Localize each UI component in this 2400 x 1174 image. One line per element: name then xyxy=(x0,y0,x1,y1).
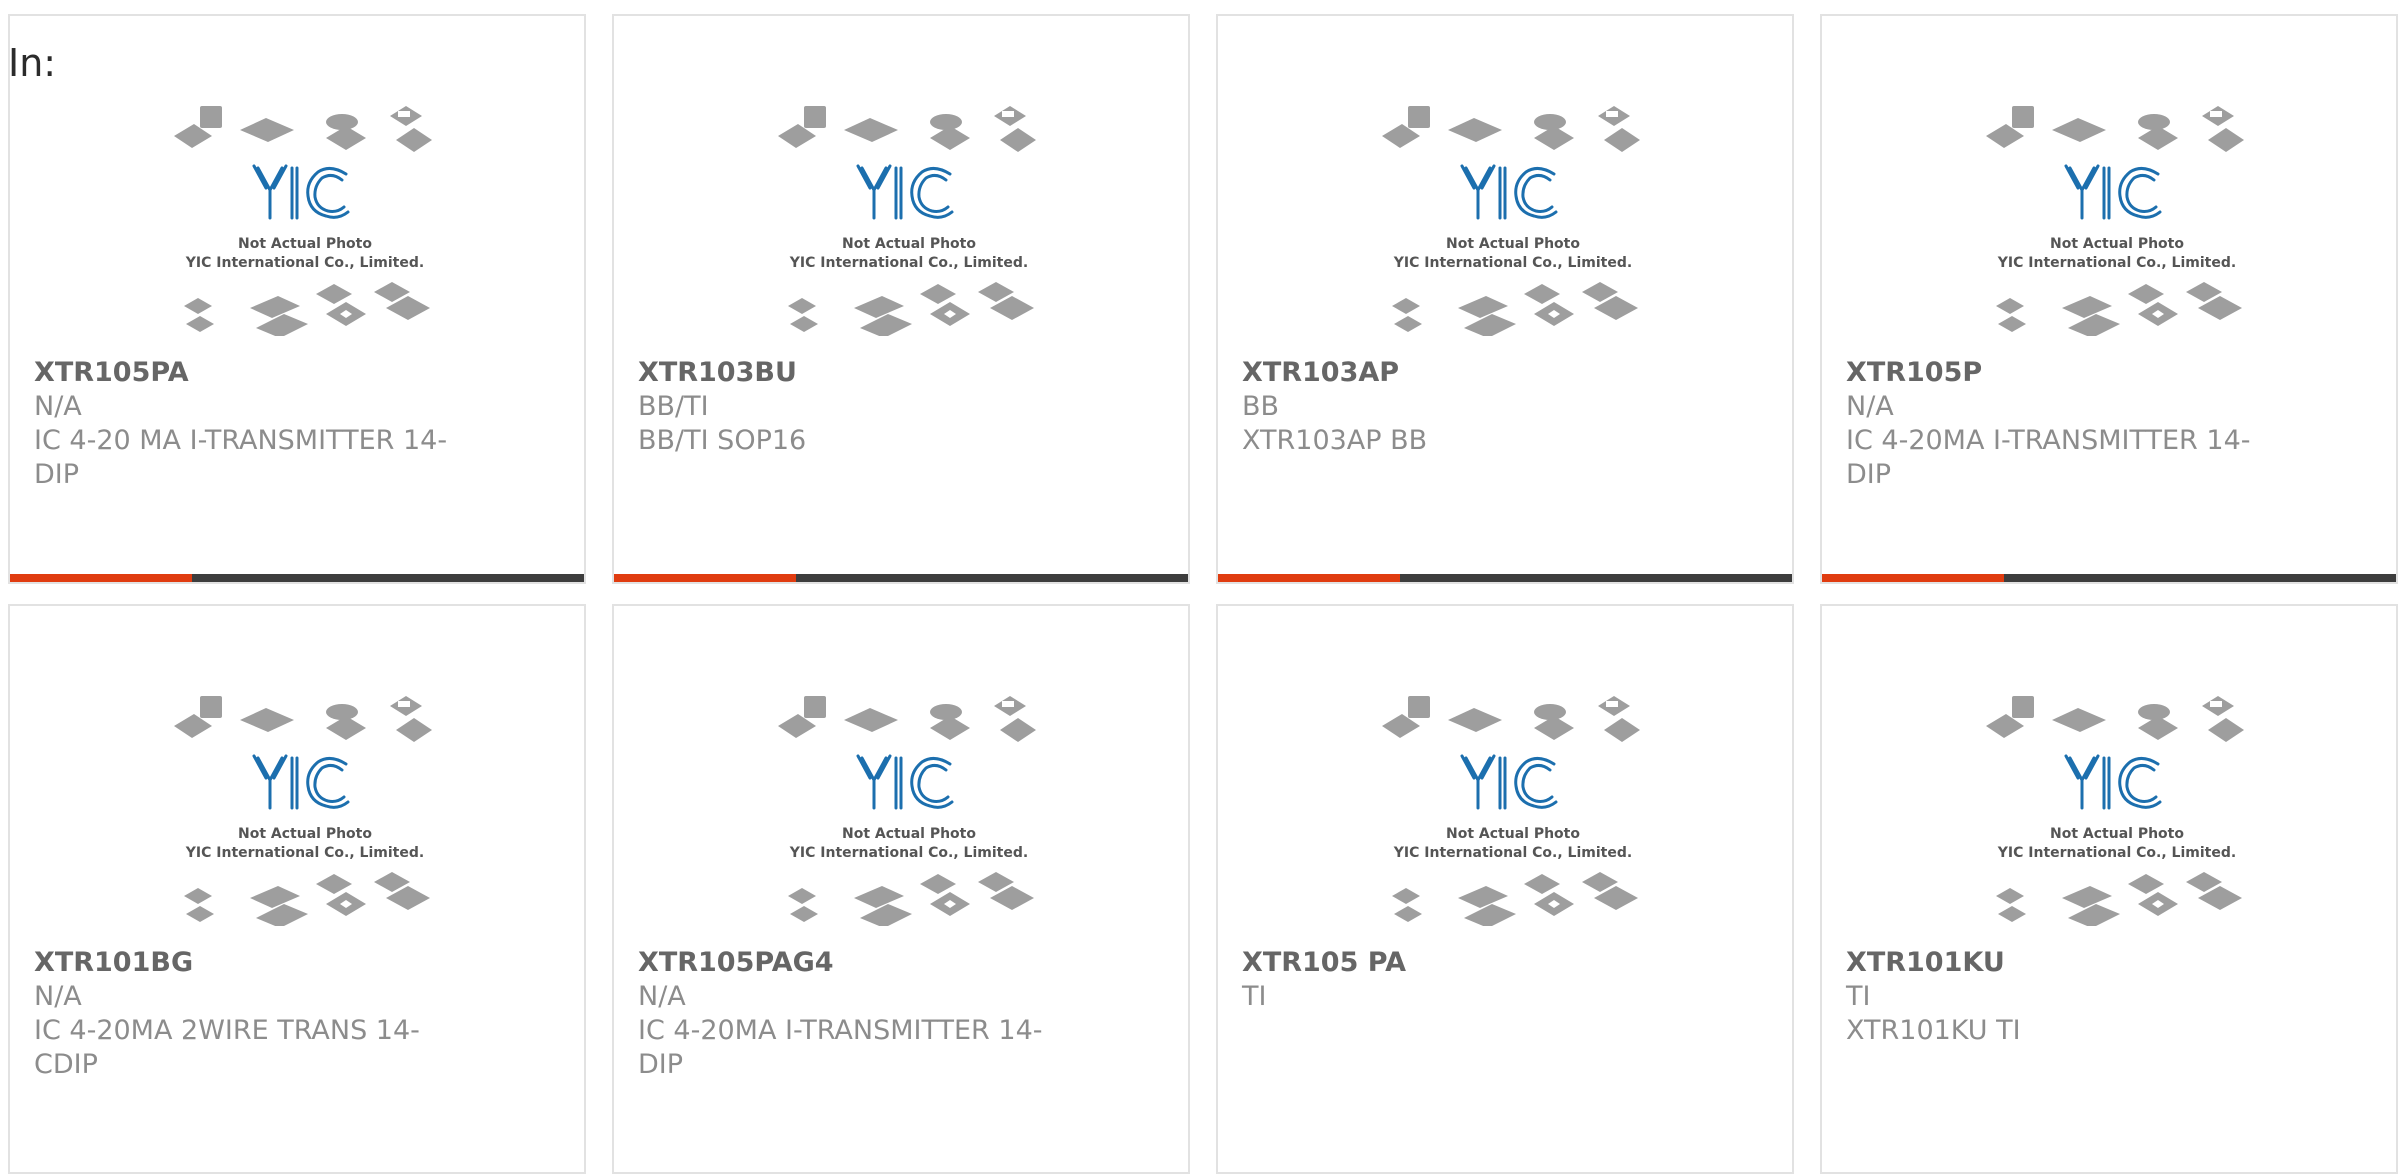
product-photo: Not Actual Photo YIC International Co., … xyxy=(1382,106,1640,336)
manufacturer: N/A xyxy=(638,981,686,1012)
card-accent-bar xyxy=(10,574,584,582)
card-accent-highlight xyxy=(614,574,796,582)
photo-caption-line1: Not Actual Photo xyxy=(1446,236,1580,252)
manufacturer: N/A xyxy=(1846,391,1894,422)
product-info: XTR103BU BB/TI BB/TI SOP16 xyxy=(638,356,1058,458)
card-accent-bar xyxy=(614,574,1188,582)
photo-caption-line1: Not Actual Photo xyxy=(842,236,976,252)
part-number[interactable]: XTR105PA xyxy=(34,356,454,390)
manufacturer: N/A xyxy=(34,391,82,422)
part-number[interactable]: XTR101KU xyxy=(1846,946,2266,980)
photo-caption-line2: YIC International Co., Limited. xyxy=(1997,255,2236,271)
photo-caption-line2: YIC International Co., Limited. xyxy=(789,255,1028,271)
product-info: XTR105PA N/A IC 4-20 MA I-TRANSMITTER 14… xyxy=(34,356,454,492)
photo-caption-line2: YIC International Co., Limited. xyxy=(185,255,424,271)
product-photo: Not Actual Photo YIC International Co., … xyxy=(778,106,1036,336)
product-info: XTR105PAG4 N/A IC 4-20MA I-TRANSMITTER 1… xyxy=(638,946,1058,1082)
photo-caption-line1: Not Actual Photo xyxy=(842,826,976,842)
product-grid: Not Actual Photo YIC International Co., … xyxy=(8,14,2398,1174)
product-photo: Not Actual Photo YIC International Co., … xyxy=(778,696,1036,926)
photo-caption-line1: Not Actual Photo xyxy=(2050,236,2184,252)
description: BB/TI SOP16 xyxy=(638,425,807,456)
part-number[interactable]: XTR105PAG4 xyxy=(638,946,1058,980)
product-photo: Not Actual Photo YIC International Co., … xyxy=(1986,106,2244,336)
part-number[interactable]: XTR103BU xyxy=(638,356,1058,390)
product-photo: Not Actual Photo YIC International Co., … xyxy=(1382,696,1640,926)
product-info: XTR105P N/A IC 4-20MA I-TRANSMITTER 14-D… xyxy=(1846,356,2266,492)
description: IC 4-20 MA I-TRANSMITTER 14-DIP xyxy=(34,425,448,490)
product-info: XTR101BG N/A IC 4-20MA 2WIRE TRANS 14-CD… xyxy=(34,946,454,1082)
manufacturer: BB xyxy=(1242,391,1280,422)
product-photo: Not Actual Photo YIC International Co., … xyxy=(174,696,432,926)
product-info: XTR103AP BB XTR103AP BB xyxy=(1242,356,1662,458)
product-card[interactable]: Not Actual Photo YIC International Co., … xyxy=(8,14,586,584)
product-card[interactable]: Not Actual Photo YIC International Co., … xyxy=(1820,14,2398,584)
card-accent-bar xyxy=(1218,574,1792,582)
photo-caption-line2: YIC International Co., Limited. xyxy=(1997,845,2236,861)
product-info: XTR101KU TI XTR101KU TI xyxy=(1846,946,2266,1048)
description: IC 4-20MA I-TRANSMITTER 14-DIP xyxy=(1846,425,2251,490)
photo-caption-line2: YIC International Co., Limited. xyxy=(185,845,424,861)
description: IC 4-20MA 2WIRE TRANS 14-CDIP xyxy=(34,1015,420,1080)
product-card[interactable]: Not Actual Photo YIC International Co., … xyxy=(612,604,1190,1174)
part-number[interactable]: XTR105P xyxy=(1846,356,2266,390)
photo-caption-line2: YIC International Co., Limited. xyxy=(789,845,1028,861)
part-number[interactable]: XTR105 PA xyxy=(1242,946,1662,980)
product-card[interactable]: Not Actual Photo YIC International Co., … xyxy=(1216,604,1794,1174)
description: IC 4-20MA I-TRANSMITTER 14-DIP xyxy=(638,1015,1043,1080)
card-accent-highlight xyxy=(10,574,192,582)
part-number[interactable]: XTR101BG xyxy=(34,946,454,980)
photo-caption-line2: YIC International Co., Limited. xyxy=(1393,255,1632,271)
manufacturer: N/A xyxy=(34,981,82,1012)
product-photo: Not Actual Photo YIC International Co., … xyxy=(174,106,432,336)
product-photo: Not Actual Photo YIC International Co., … xyxy=(1986,696,2244,926)
card-accent-highlight xyxy=(1822,574,2004,582)
description: XTR101KU TI xyxy=(1846,1015,2021,1046)
product-info: XTR105 PA TI xyxy=(1242,946,1662,1014)
product-card[interactable]: Not Actual Photo YIC International Co., … xyxy=(612,14,1190,584)
description: XTR103AP BB xyxy=(1242,425,1428,456)
photo-caption-line1: Not Actual Photo xyxy=(2050,826,2184,842)
card-accent-bar xyxy=(1822,574,2396,582)
photo-caption-line1: Not Actual Photo xyxy=(238,236,372,252)
manufacturer: BB/TI xyxy=(638,391,709,422)
product-card[interactable]: Not Actual Photo YIC International Co., … xyxy=(1820,604,2398,1174)
part-number[interactable]: XTR103AP xyxy=(1242,356,1662,390)
in-label: In: xyxy=(8,41,57,85)
photo-caption-line1: Not Actual Photo xyxy=(238,826,372,842)
photo-caption-line1: Not Actual Photo xyxy=(1446,826,1580,842)
product-card[interactable]: Not Actual Photo YIC International Co., … xyxy=(8,604,586,1174)
card-accent-highlight xyxy=(1218,574,1400,582)
photo-caption-line2: YIC International Co., Limited. xyxy=(1393,845,1632,861)
product-card[interactable]: Not Actual Photo YIC International Co., … xyxy=(1216,14,1794,584)
manufacturer: TI xyxy=(1846,981,1871,1012)
manufacturer: TI xyxy=(1242,981,1267,1012)
